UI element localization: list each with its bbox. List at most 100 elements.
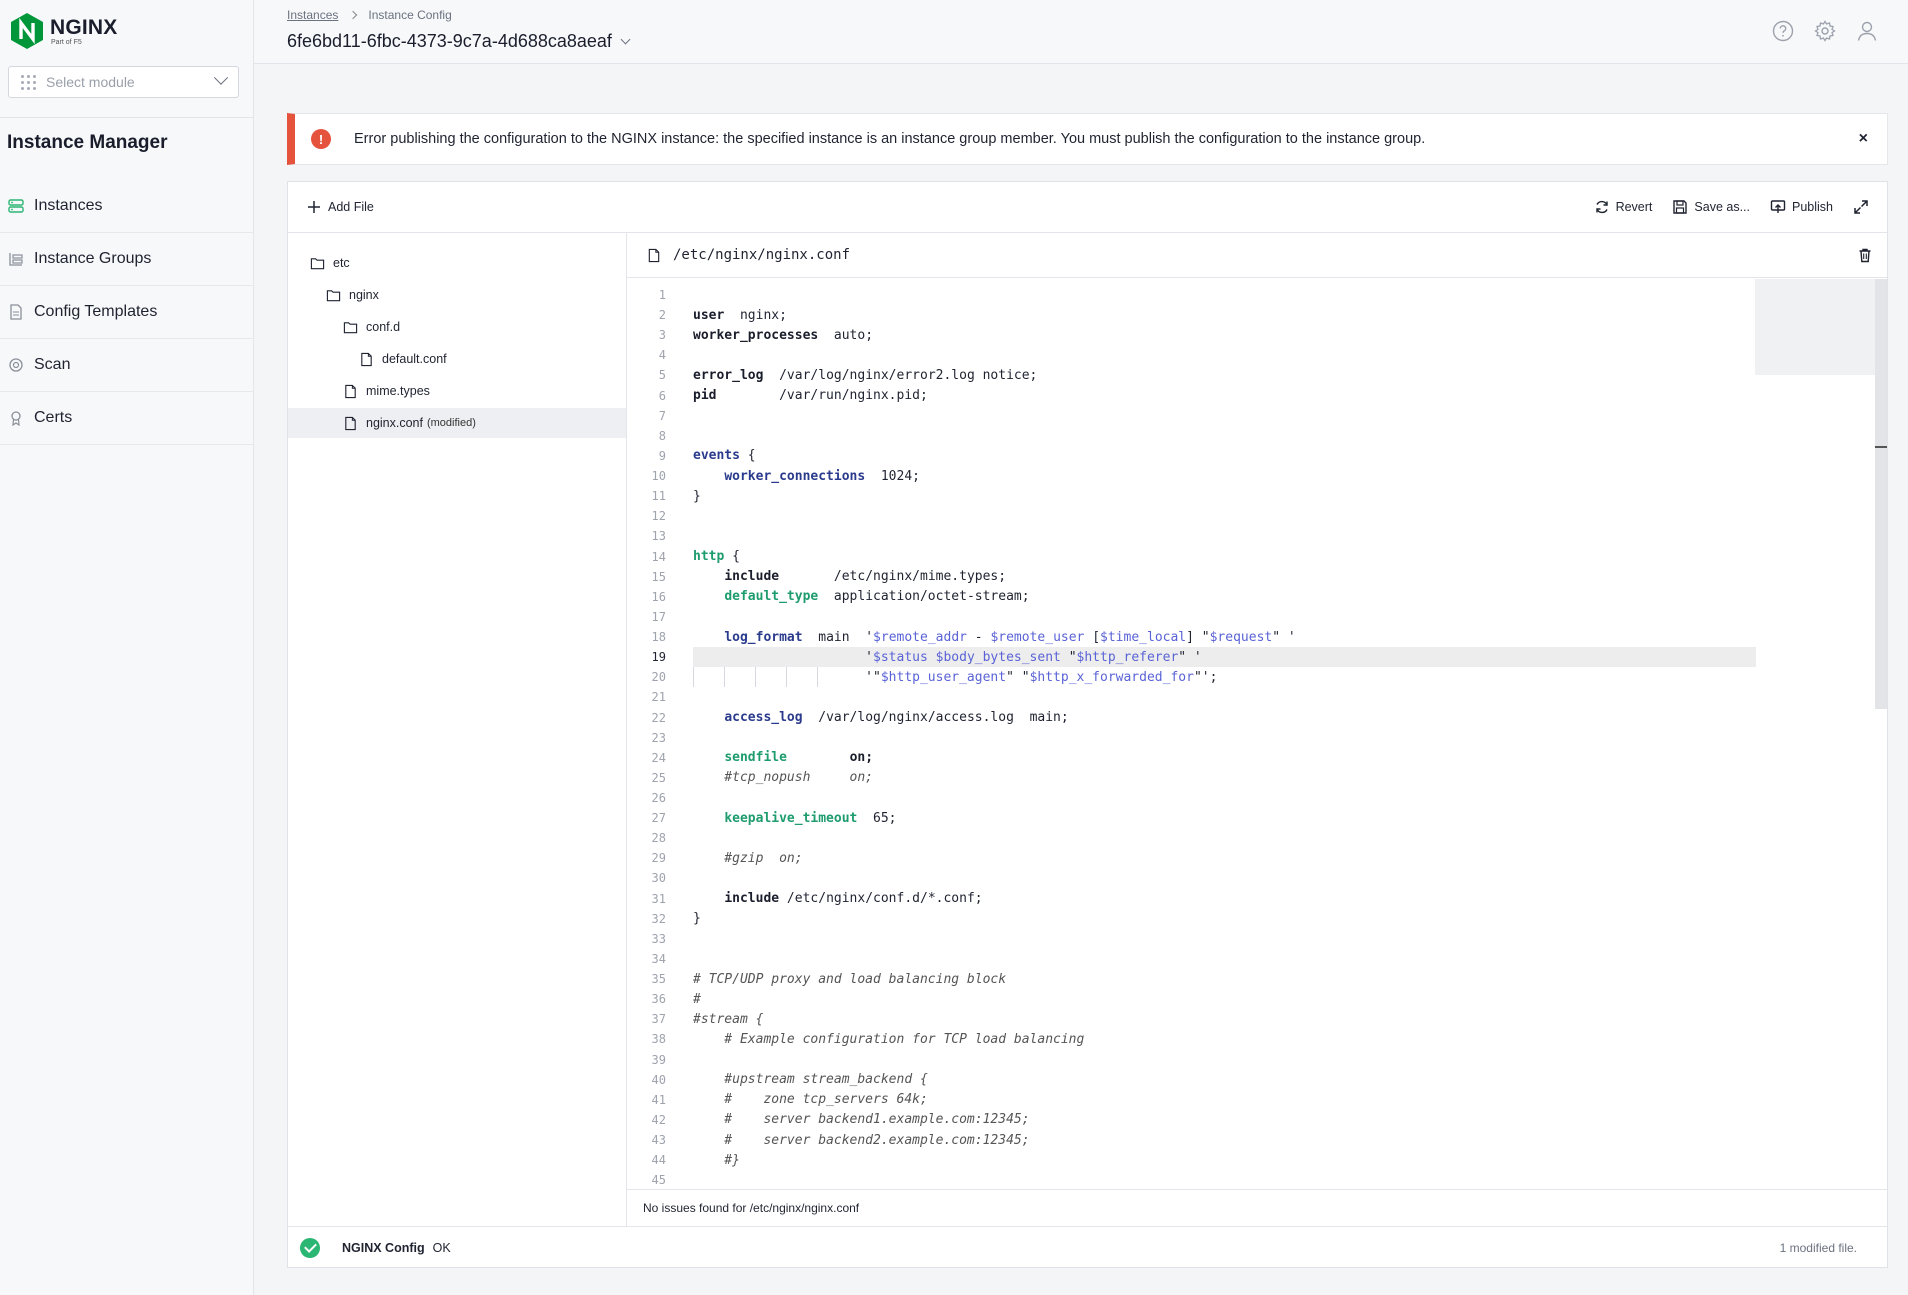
code-line[interactable]: 12 bbox=[627, 506, 1832, 526]
line-number: 18 bbox=[651, 630, 666, 645]
code-line[interactable]: 38 # Example configuration for TCP load … bbox=[627, 1029, 1832, 1049]
line-number: 23 bbox=[651, 730, 666, 745]
code-line[interactable]: 9 events { bbox=[627, 446, 1832, 466]
save-as-button[interactable]: Save as... bbox=[1672, 199, 1750, 215]
module-select[interactable]: Select module bbox=[8, 66, 239, 98]
tree-folder-nginx[interactable]: nginx bbox=[288, 280, 626, 310]
help-icon[interactable] bbox=[1772, 20, 1794, 42]
code-line[interactable]: 16 default_type application/octet-stream… bbox=[627, 587, 1832, 607]
code-line[interactable]: 44 #} bbox=[627, 1150, 1832, 1170]
code-line[interactable]: 10 worker_connections 1024; bbox=[627, 466, 1832, 486]
save-as-label: Save as... bbox=[1694, 200, 1750, 214]
code-line[interactable]: 15 include /etc/nginx/mime.types; bbox=[627, 567, 1832, 587]
user-icon[interactable] bbox=[1856, 20, 1878, 42]
sidebar-item-instances[interactable]: Instances bbox=[0, 180, 254, 233]
publish-button[interactable]: Publish bbox=[1770, 199, 1833, 215]
code-line[interactable]: 30 bbox=[627, 868, 1832, 888]
tree-file-nginx-conf[interactable]: nginx.conf (modified) bbox=[288, 408, 626, 438]
code-line[interactable]: 32} bbox=[627, 909, 1832, 929]
code-line[interactable]: 36 # bbox=[627, 989, 1832, 1009]
code-line[interactable]: 3 worker_processes auto; bbox=[627, 325, 1832, 345]
code-line[interactable]: 14 http { bbox=[627, 547, 1832, 567]
line-number: 1 bbox=[658, 288, 666, 302]
gear-icon[interactable] bbox=[1814, 20, 1836, 42]
code-line[interactable]: 21 bbox=[627, 687, 1832, 707]
nginx-logo[interactable]: NGINX Part of F5 bbox=[10, 12, 118, 50]
tree-folder-etc[interactable]: etc bbox=[288, 248, 626, 278]
code-line[interactable]: 31 include /etc/nginx/conf.d/*.conf; bbox=[627, 889, 1832, 909]
scan-icon bbox=[9, 358, 23, 372]
line-number: 13 bbox=[651, 529, 666, 544]
sidebar: NGINX Part of F5 Select module Instance … bbox=[0, 0, 254, 1295]
sidebar-item-config-templates[interactable]: Config Templates bbox=[0, 286, 254, 339]
sidebar-item-certs[interactable]: Certs bbox=[0, 392, 254, 445]
close-icon[interactable]: × bbox=[1859, 130, 1868, 148]
code-line[interactable]: 42 # server backend1.example.com:12345; bbox=[627, 1110, 1832, 1130]
file-header: /etc/nginx/nginx.conf bbox=[627, 233, 1887, 278]
expand-button[interactable] bbox=[1853, 199, 1869, 215]
indent-guide bbox=[786, 667, 787, 688]
code-line[interactable]: 41 # zone tcp_servers 64k; bbox=[627, 1090, 1832, 1110]
line-number: 25 bbox=[651, 770, 666, 785]
code-editor[interactable]: 1 2 user nginx; 3 worker_processes auto; 4 5 er… bbox=[627, 279, 1887, 1188]
code-line[interactable]: 8 bbox=[627, 426, 1832, 446]
code-line[interactable]: 24 sendfile on; bbox=[627, 748, 1832, 768]
code-line[interactable]: 37 #stream { bbox=[627, 1009, 1832, 1029]
code-line[interactable]: 26 bbox=[627, 788, 1832, 808]
code-text: #stream { bbox=[693, 1011, 764, 1027]
sidebar-item-instance-groups[interactable]: Instance Groups bbox=[0, 233, 254, 286]
code-line[interactable]: 17 bbox=[627, 607, 1832, 627]
code-line[interactable]: 22 access_log /var/log/nginx/access.log … bbox=[627, 708, 1832, 728]
code-line[interactable]: 45 bbox=[627, 1170, 1832, 1188]
code-line[interactable]: 4 bbox=[627, 345, 1832, 365]
editor-scrollbar[interactable] bbox=[1875, 279, 1887, 709]
code-line[interactable]: 18 log_format main '$remote_addr - $remo… bbox=[627, 627, 1832, 647]
add-file-button[interactable]: Add File bbox=[306, 199, 374, 215]
tree-item-label: default.conf bbox=[382, 352, 447, 366]
code-line[interactable]: 25 #tcp_nopush on; bbox=[627, 768, 1832, 788]
tree-item-label: etc bbox=[333, 256, 350, 270]
file-icon bbox=[345, 416, 356, 430]
code-text: # server backend1.example.com:12345; bbox=[693, 1112, 1030, 1128]
page-header: Instances Instance Config 6fe6bd11-6fbc-… bbox=[254, 0, 1908, 64]
revert-button[interactable]: Revert bbox=[1594, 199, 1653, 215]
editor-minimap[interactable] bbox=[1755, 279, 1875, 375]
divider bbox=[0, 117, 254, 118]
code-line[interactable]: 11} bbox=[627, 486, 1832, 506]
code-line[interactable]: 19 '$status $body_bytes_sent "$http_refe… bbox=[627, 647, 1832, 668]
instance-selector[interactable]: 6fe6bd11-6fbc-4373-9c7a-4d688ca8aeaf bbox=[287, 31, 631, 52]
code-line[interactable]: 34 bbox=[627, 949, 1832, 969]
code-text: keepalive_timeout 65; bbox=[724, 810, 897, 826]
code-line[interactable]: 6 pid /var/run/nginx.pid; bbox=[627, 386, 1832, 406]
tree-folder-conf-d[interactable]: conf.d bbox=[288, 312, 626, 342]
code-line[interactable]: 35 # TCP/UDP proxy and load balancing blo… bbox=[627, 969, 1832, 989]
line-number: 36 bbox=[651, 992, 666, 1007]
code-line[interactable]: 33 bbox=[627, 929, 1832, 949]
code-line[interactable]: 39 bbox=[627, 1050, 1832, 1070]
breadcrumb-instances-link[interactable]: Instances bbox=[287, 8, 338, 22]
tree-file-default-conf[interactable]: default.conf bbox=[288, 344, 626, 374]
sidebar-item-scan[interactable]: Scan bbox=[0, 339, 254, 392]
code-line[interactable]: 2 user nginx; bbox=[627, 305, 1832, 325]
code-text: user nginx; bbox=[693, 307, 787, 323]
code-line[interactable]: 13 bbox=[627, 526, 1832, 546]
code-line[interactable]: 5 error_log /var/log/nginx/error2.log not… bbox=[627, 365, 1832, 385]
code-line[interactable]: 43 # server backend2.example.com:12345; bbox=[627, 1130, 1832, 1150]
code-line[interactable]: 27 keepalive_timeout 65; bbox=[627, 808, 1832, 828]
line-number: 17 bbox=[651, 609, 666, 624]
trash-icon[interactable] bbox=[1857, 247, 1873, 263]
code-line[interactable]: 7 bbox=[627, 406, 1832, 426]
code-line[interactable]: 29 #gzip on; bbox=[627, 848, 1832, 868]
revert-label: Revert bbox=[1615, 200, 1653, 214]
line-number: 24 bbox=[651, 750, 666, 765]
line-number: 44 bbox=[651, 1153, 666, 1168]
code-line[interactable]: 23 bbox=[627, 728, 1832, 748]
code-line[interactable]: 1 bbox=[627, 285, 1832, 305]
code-line[interactable]: 28 bbox=[627, 828, 1832, 848]
code-text: #tcp_nopush on; bbox=[693, 770, 874, 786]
tree-file-mime-types[interactable]: mime.types bbox=[288, 376, 626, 406]
code-line[interactable]: 40 #upstream stream_backend { bbox=[627, 1070, 1832, 1090]
line-number: 9 bbox=[658, 448, 666, 463]
line-number: 15 bbox=[651, 569, 666, 584]
code-line[interactable]: 20 '"$http_user_agent" "$http_x_forwarde… bbox=[627, 667, 1832, 688]
